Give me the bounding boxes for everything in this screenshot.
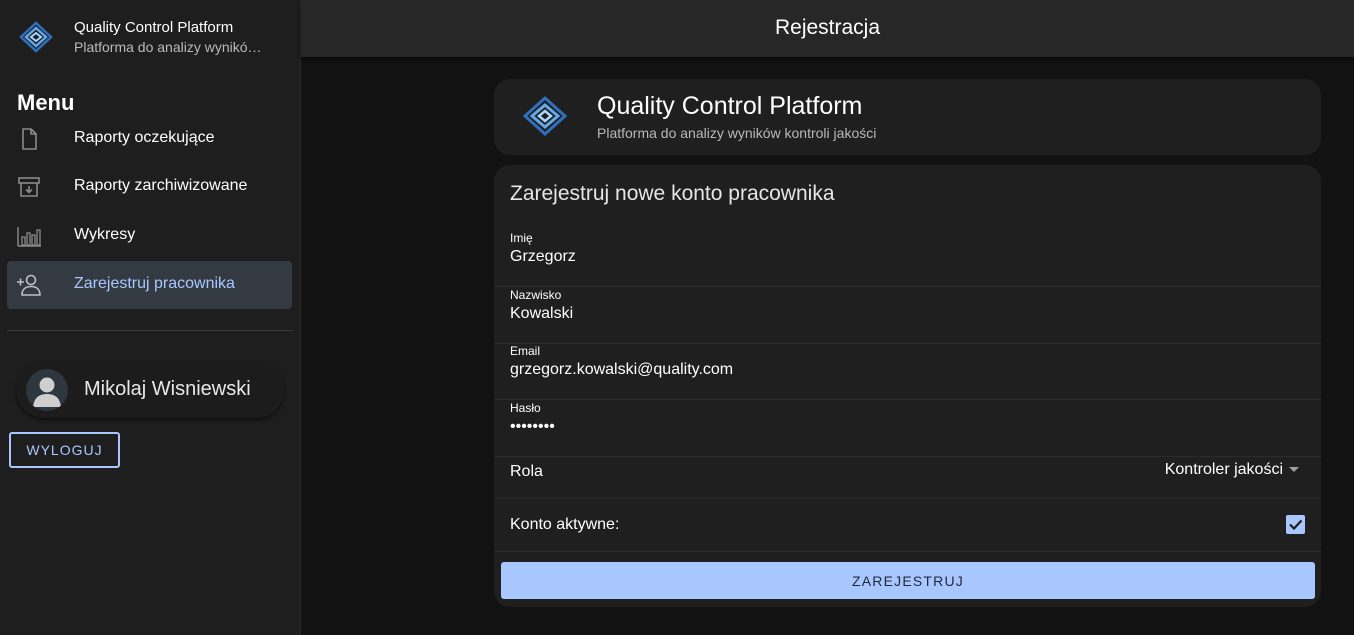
brand-title: Quality Control Platform	[74, 19, 234, 36]
logout-button[interactable]: WYLOGUJ	[9, 432, 120, 468]
sidebar-brand[interactable]: Quality Control Platform Platforma do an…	[0, 0, 301, 72]
password-label: Hasło	[510, 401, 541, 415]
first-name-field-group: Imię	[494, 231, 1321, 287]
avatar	[26, 369, 68, 411]
first-name-input[interactable]	[510, 248, 1300, 266]
email-input[interactable]	[510, 361, 1300, 379]
bar-chart-icon	[17, 227, 41, 247]
role-selected-value: Kontroler jakości	[1164, 461, 1283, 478]
registration-form: Zarejestruj nowe konto pracownika Imię N…	[494, 165, 1321, 607]
role-row: Rola Kontroler jakości	[494, 446, 1321, 499]
brand-logo-icon	[19, 21, 53, 53]
page-title: Rejestracja	[774, 16, 881, 39]
user-card: Mikolaj Wisniewski	[16, 362, 284, 418]
menu-heading: Menu	[17, 90, 75, 115]
role-select[interactable]: Kontroler jakości	[1165, 461, 1299, 479]
form-title: Zarejestruj nowe konto pracownika	[510, 182, 835, 205]
sidebar-item-charts[interactable]: Wykresy	[7, 212, 292, 260]
sidebar-item-label: Raporty oczekujące	[74, 129, 215, 146]
sidebar-item-archived-reports[interactable]: Raporty zarchiwizowane	[7, 163, 292, 211]
archive-icon	[18, 177, 40, 197]
sidebar-item-label: Wykresy	[74, 226, 136, 243]
sidebar: Quality Control Platform Platforma do an…	[0, 0, 301, 635]
user-avatar-icon	[33, 377, 61, 407]
sidebar-item-label: Zarejestruj pracownika	[74, 275, 235, 292]
register-button[interactable]: ZAREJESTRUJ	[501, 562, 1315, 599]
sidebar-item-pending-reports[interactable]: Raporty oczekujące	[7, 115, 292, 163]
user-name: Mikolaj Wisniewski	[84, 378, 251, 400]
brand-subtitle: Platforma do analizy wynikó…	[74, 39, 262, 55]
first-name-label: Imię	[510, 231, 533, 245]
active-checkbox[interactable]	[1286, 515, 1305, 534]
last-name-label: Nazwisko	[510, 288, 562, 302]
top-bar: Rejestracja	[301, 0, 1354, 57]
sidebar-item-register-employee[interactable]: Zarejestruj pracownika	[7, 261, 292, 309]
email-field-group: Email	[494, 344, 1321, 400]
active-label: Konto aktywne:	[510, 516, 620, 533]
active-row: Konto aktywne:	[494, 499, 1321, 552]
password-input[interactable]	[510, 418, 1300, 436]
last-name-input[interactable]	[510, 305, 1300, 323]
platform-title: Quality Control Platform	[597, 92, 863, 120]
checkmark-icon	[1289, 519, 1303, 531]
last-name-field-group: Nazwisko	[494, 288, 1321, 344]
role-label: Rola	[510, 463, 543, 480]
chevron-down-icon	[1289, 467, 1299, 473]
add-user-icon	[17, 274, 41, 296]
email-label: Email	[510, 344, 541, 358]
platform-subtitle: Platforma do analizy wyników kontroli ja…	[597, 125, 877, 141]
platform-header-card: Quality Control Platform Platforma do an…	[494, 79, 1321, 155]
brand-logo-icon	[522, 96, 568, 136]
sidebar-divider	[7, 330, 293, 331]
document-icon	[22, 128, 37, 150]
sidebar-item-label: Raporty zarchiwizowane	[74, 177, 248, 194]
